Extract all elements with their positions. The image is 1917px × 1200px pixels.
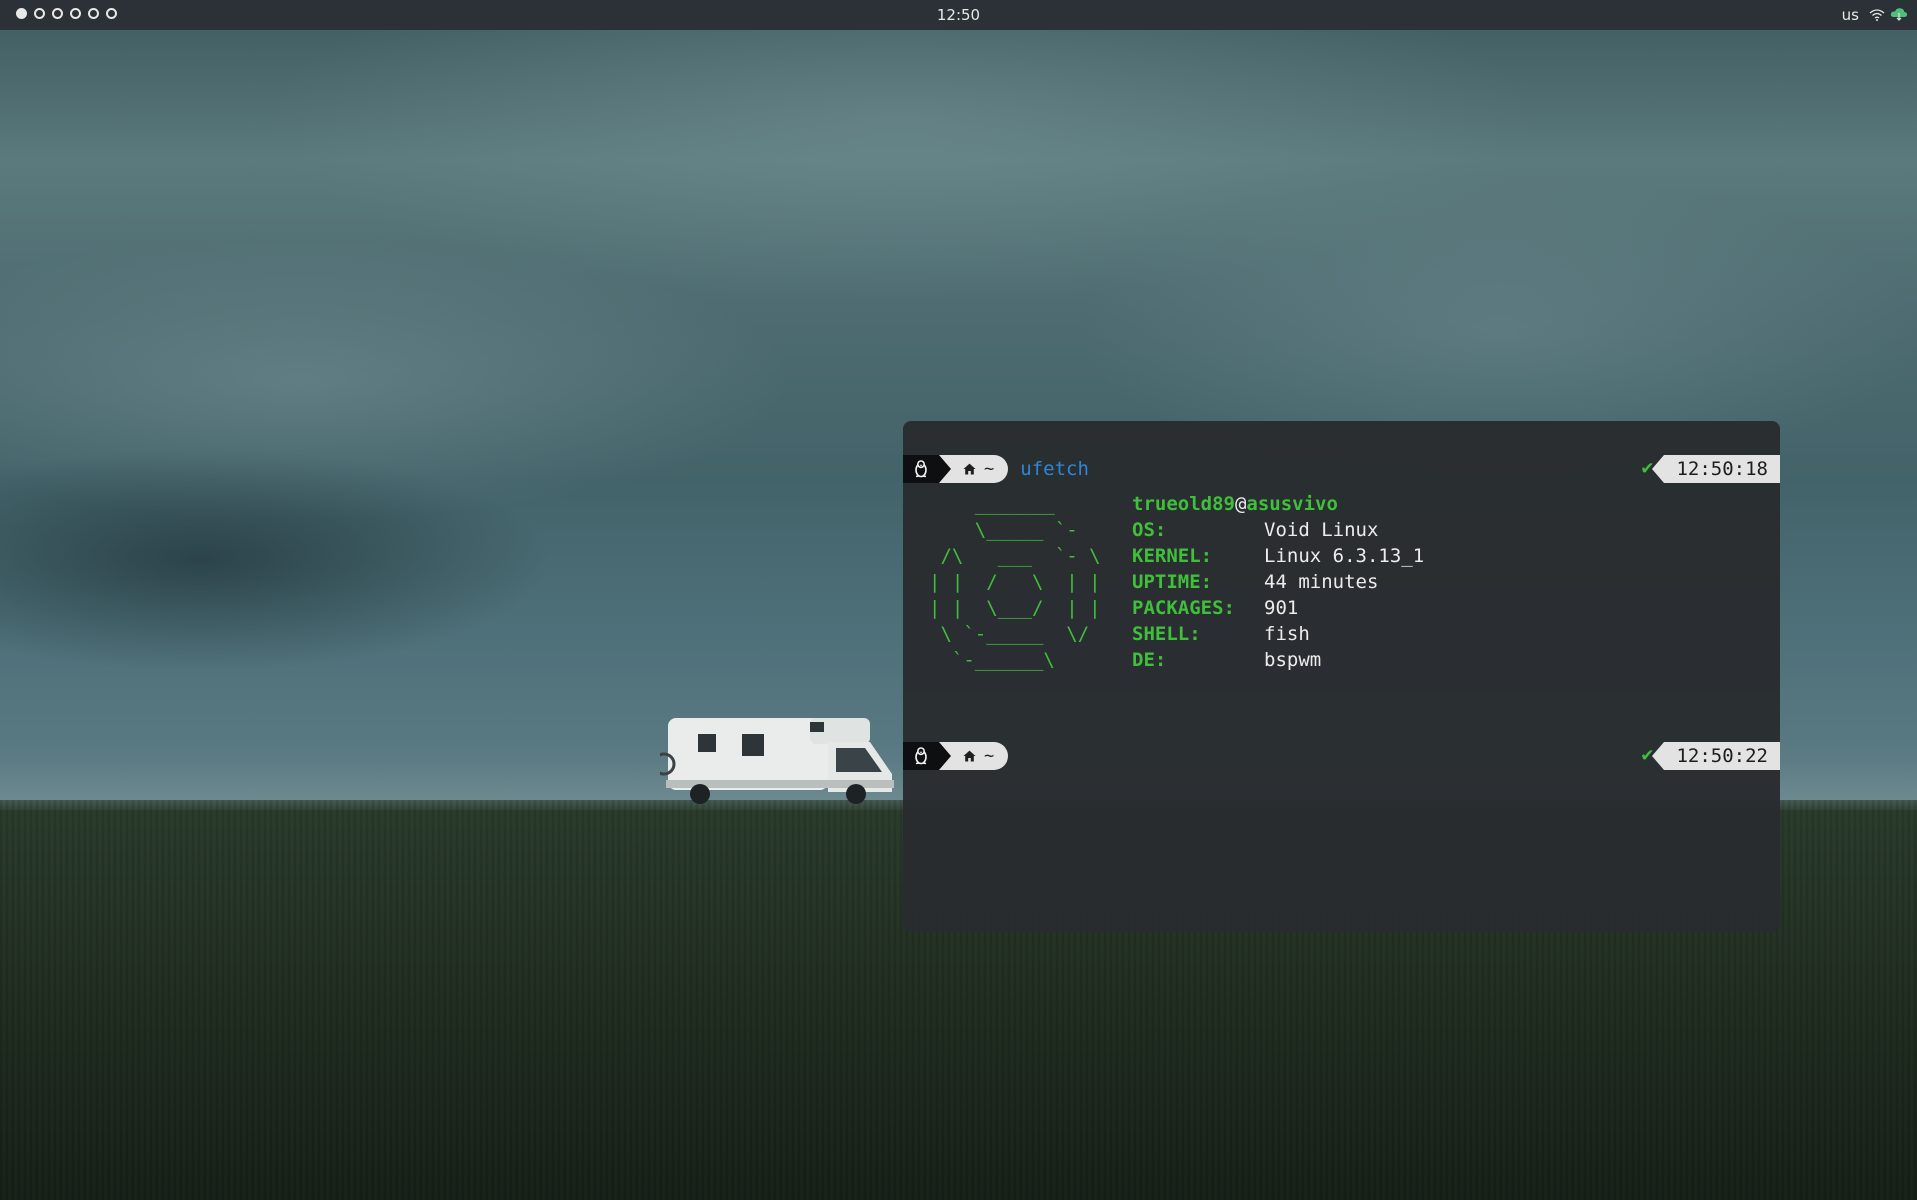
command-text: ufetch: [1020, 458, 1089, 480]
info-row-uptime: UPTIME: 44 minutes: [1132, 569, 1424, 595]
void-linux-ascii-logo: _______ \_____ `- /\ ___ `- \ | | / \ | …: [929, 493, 1101, 671]
info-value: fish: [1264, 623, 1310, 645]
hostname: asusvivo: [1246, 493, 1338, 515]
at-sign: @: [1234, 493, 1247, 515]
info-key: PACKAGES:: [1132, 597, 1235, 619]
prompt-line-2: ~ ✔ 12:50:22: [903, 742, 1780, 770]
info-key: DE:: [1132, 649, 1167, 671]
info-key: UPTIME:: [1132, 571, 1213, 593]
os-segment: [903, 742, 951, 770]
top-bar: 12:50 us: [0, 0, 1917, 30]
info-key: OS:: [1132, 519, 1167, 541]
os-segment: [903, 455, 951, 483]
user-host-line: trueold89 @ asusvivo: [1132, 491, 1424, 517]
info-value: Void Linux: [1264, 519, 1379, 541]
info-key: KERNEL:: [1132, 545, 1213, 567]
prompt-line-1: ~ ufetch ✔ 12:50:18: [903, 455, 1780, 483]
info-value: 901: [1264, 597, 1299, 619]
prompt-timestamp: 12:50:22: [1652, 742, 1780, 770]
info-value: 44 minutes: [1264, 571, 1379, 593]
info-row-de: DE: bspwm: [1132, 647, 1424, 673]
info-key: SHELL:: [1132, 623, 1201, 645]
wifi-icon[interactable]: [1869, 9, 1885, 21]
linux-penguin-icon: [915, 747, 927, 765]
prompt-left-segments: ~ ufetch: [903, 455, 1089, 483]
info-row-packages: PACKAGES: 901: [1132, 595, 1424, 621]
prompt-timestamp: 12:50:18: [1652, 455, 1780, 483]
home-icon: [963, 463, 976, 475]
username: trueold89: [1132, 493, 1235, 515]
prompt-left-segments: ~: [903, 742, 1009, 770]
info-value: bspwm: [1264, 649, 1322, 671]
info-row-os: OS: Void Linux: [1132, 517, 1424, 543]
cloud-icon[interactable]: [1890, 7, 1908, 21]
bar-clock: 12:50: [936, 6, 981, 24]
desktop: 12:50 us ~ ufetch ✔ 12:50:18 _______ \__…: [0, 0, 1917, 1200]
directory-path: ~: [984, 746, 995, 766]
prompt-right-segments: ✔ 12:50:18: [1640, 455, 1780, 483]
terminal-window[interactable]: ~ ufetch ✔ 12:50:18 _______ \_____ `- /\…: [903, 421, 1780, 932]
info-row-shell: SHELL: fish: [1132, 621, 1424, 647]
home-icon: [963, 750, 976, 762]
linux-penguin-icon: [915, 460, 927, 478]
directory-path: ~: [984, 459, 995, 479]
prompt-right-segments: ✔ 12:50:22: [1640, 742, 1780, 770]
camper-van-image: [660, 718, 894, 804]
info-value: Linux 6.3.13_1: [1264, 545, 1425, 567]
system-info: trueold89 @ asusvivo OS: Void Linux KERNEL…: [1132, 491, 1424, 673]
info-row-kernel: KERNEL: Linux 6.3.13_1: [1132, 543, 1424, 569]
keyboard-layout[interactable]: us: [1842, 6, 1859, 24]
